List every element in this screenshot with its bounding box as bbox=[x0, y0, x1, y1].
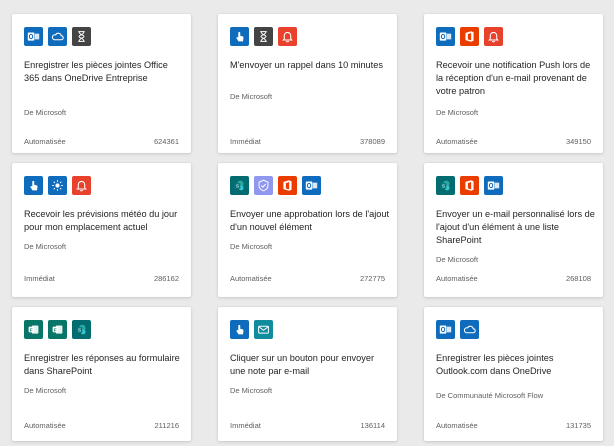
connector-icons bbox=[230, 320, 273, 339]
mobile-icon bbox=[230, 27, 249, 46]
mail-icon bbox=[254, 320, 273, 339]
mobile-icon bbox=[230, 320, 249, 339]
card-author: De Microsoft bbox=[24, 242, 67, 251]
card-author: De Microsoft bbox=[24, 386, 67, 395]
trigger-type: Automatisée bbox=[24, 421, 66, 430]
approvals-icon bbox=[254, 176, 273, 195]
template-card[interactable]: F F S Enregistrer les réponses au formulair… bbox=[12, 307, 191, 441]
card-footer: Automatisée 624361 bbox=[24, 137, 179, 146]
usage-count: 624361 bbox=[153, 137, 179, 146]
forms-icon: F bbox=[48, 320, 67, 339]
schedule-icon bbox=[254, 27, 273, 46]
svg-text:F: F bbox=[54, 327, 57, 332]
connector-icons bbox=[230, 27, 297, 46]
card-title: M'envoyer un rappel dans 10 minutes bbox=[230, 60, 383, 70]
usage-count: 349150 bbox=[565, 137, 591, 146]
card-title: Enregistrer les pièces jointes Office 36… bbox=[24, 60, 168, 83]
outlook-icon bbox=[302, 176, 321, 195]
connector-icons bbox=[436, 27, 503, 46]
card-footer: Immédiat 378089 bbox=[230, 137, 385, 146]
card-title: Enregistrer les réponses au formulaire d… bbox=[24, 353, 180, 376]
outlook-icon bbox=[436, 27, 455, 46]
outlook-icon bbox=[484, 176, 503, 195]
outlook-icon bbox=[24, 27, 43, 46]
connector-icons bbox=[24, 176, 91, 195]
template-card[interactable]: Enregistrer les pièces jointes Outlook.c… bbox=[424, 307, 603, 441]
template-card[interactable]: M'envoyer un rappel dans 10 minutes De Mi… bbox=[218, 14, 397, 153]
template-card[interactable]: Cliquer sur un bouton pour envoyer une n… bbox=[218, 307, 397, 441]
usage-count: 272775 bbox=[359, 274, 385, 283]
card-author: De Microsoft bbox=[230, 386, 273, 395]
notification-icon bbox=[72, 176, 91, 195]
card-author: De Microsoft bbox=[24, 108, 67, 117]
trigger-type: Immédiat bbox=[230, 421, 261, 430]
card-footer: Automatisée 272775 bbox=[230, 274, 385, 283]
trigger-type: Automatisée bbox=[436, 274, 478, 283]
trigger-type: Immédiat bbox=[230, 137, 261, 146]
weather-icon bbox=[48, 176, 67, 195]
outlook-icon bbox=[436, 320, 455, 339]
card-title: Enregistrer les pièces jointes Outlook.c… bbox=[436, 353, 554, 376]
card-footer: Automatisée 211216 bbox=[24, 421, 179, 430]
card-title: Cliquer sur un bouton pour envoyer une n… bbox=[230, 353, 375, 376]
usage-count: 286162 bbox=[153, 274, 179, 283]
forms-icon: F bbox=[24, 320, 43, 339]
card-footer: Automatisée 131735 bbox=[436, 421, 591, 430]
card-title: Envoyer une approbation lors de l'ajout … bbox=[230, 209, 390, 232]
card-footer: Automatisée 349150 bbox=[436, 137, 591, 146]
usage-count: 378089 bbox=[359, 137, 385, 146]
template-grid: Enregistrer les pièces jointes Office 36… bbox=[0, 0, 614, 446]
mobile-icon bbox=[24, 176, 43, 195]
card-author: De Communauté Microsoft Flow bbox=[436, 391, 544, 400]
template-card[interactable]: Recevoir les prévisions météo du jour po… bbox=[12, 163, 191, 297]
office-icon bbox=[460, 27, 479, 46]
card-footer: Immédiat 286162 bbox=[24, 274, 179, 283]
office-icon bbox=[278, 176, 297, 195]
sharepoint-icon: S bbox=[72, 320, 91, 339]
connector-icons bbox=[436, 320, 479, 339]
template-card[interactable]: S Envoyer une approbation lors de l'ajout… bbox=[218, 163, 397, 297]
connector-icons: S bbox=[230, 176, 321, 195]
trigger-type: Immédiat bbox=[24, 274, 55, 283]
connector-icons: S bbox=[436, 176, 503, 195]
card-author: De Microsoft bbox=[436, 255, 479, 264]
usage-count: 211216 bbox=[154, 421, 179, 430]
card-footer: Automatisée 268108 bbox=[436, 274, 591, 283]
trigger-type: Automatisée bbox=[436, 421, 478, 430]
usage-count: 136114 bbox=[360, 421, 385, 430]
usage-count: 131735 bbox=[565, 421, 591, 430]
sharepoint-icon: S bbox=[436, 176, 455, 195]
card-author: De Microsoft bbox=[230, 242, 273, 251]
sharepoint-icon: S bbox=[230, 176, 249, 195]
card-author: De Microsoft bbox=[436, 108, 479, 117]
notification-icon bbox=[484, 27, 503, 46]
trigger-type: Automatisée bbox=[436, 137, 478, 146]
card-title: Recevoir les prévisions météo du jour po… bbox=[24, 209, 178, 232]
card-footer: Immédiat 136114 bbox=[230, 421, 385, 430]
notification-icon bbox=[278, 27, 297, 46]
trigger-type: Automatisée bbox=[230, 274, 272, 283]
onedrive-icon bbox=[48, 27, 67, 46]
schedule-icon bbox=[72, 27, 91, 46]
office-icon bbox=[460, 176, 479, 195]
template-card[interactable]: Recevoir une notification Push lors de l… bbox=[424, 14, 603, 153]
svg-text:F: F bbox=[30, 327, 33, 332]
connector-icons bbox=[24, 27, 91, 46]
trigger-type: Automatisée bbox=[24, 137, 66, 146]
onedrive-icon bbox=[460, 320, 479, 339]
card-title: Envoyer un e-mail personnalisé lors de l… bbox=[436, 209, 595, 245]
template-card[interactable]: S Envoyer un e-mail personnalisé lors de … bbox=[424, 163, 603, 297]
usage-count: 268108 bbox=[565, 274, 591, 283]
card-title: Recevoir une notification Push lors de l… bbox=[436, 60, 591, 96]
card-author: De Microsoft bbox=[230, 92, 273, 101]
template-card[interactable]: Enregistrer les pièces jointes Office 36… bbox=[12, 14, 191, 153]
connector-icons: FFS bbox=[24, 320, 91, 339]
